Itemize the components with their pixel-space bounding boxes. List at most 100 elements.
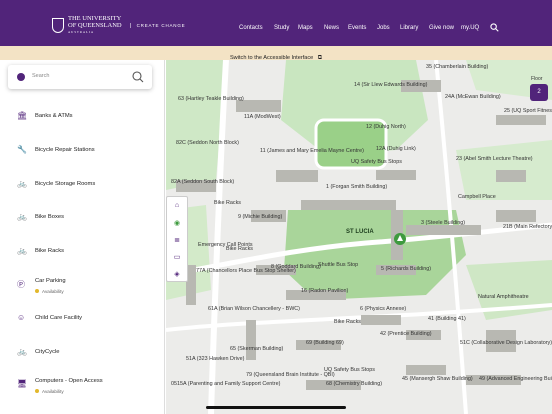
nav-library[interactable]: Library bbox=[400, 25, 418, 31]
campus-map[interactable]: 35 (Chamberlain Building) 14 (Sir Llew Ed… bbox=[166, 60, 552, 414]
bike-box-icon: 🚲 bbox=[17, 212, 27, 221]
nav-jobs[interactable]: Jobs bbox=[377, 25, 390, 31]
site-header: THE UNIVERSITY OF QUEENSLAND AUSTRALIA C… bbox=[0, 0, 552, 46]
citycycle-icon: 🚲 bbox=[17, 347, 27, 356]
map-building-label[interactable]: 8 (Goddard Building) bbox=[271, 264, 321, 270]
category-label: Bike Racks bbox=[35, 248, 64, 254]
home-indicator bbox=[206, 406, 346, 409]
availability-label: Availability bbox=[35, 289, 64, 294]
category-item[interactable]: Ⓟ Car Parking Availability bbox=[0, 273, 164, 303]
bicycle-room-icon: 🚲 bbox=[17, 179, 27, 188]
compass-icon[interactable]: ◈ bbox=[167, 265, 187, 282]
category-item[interactable]: 🚲 Bicycle Storage Rooms bbox=[0, 173, 164, 203]
category-label: Computers - Open Access bbox=[35, 378, 103, 384]
map-building-label[interactable]: 51A (323 Hawken Drive) bbox=[186, 356, 244, 362]
search-input[interactable]: Search bbox=[32, 73, 49, 79]
map-building-label[interactable]: 25 (UQ Sport Fitness Centre) bbox=[504, 108, 552, 114]
map-building-label[interactable]: Natural Amphitheatre bbox=[478, 294, 529, 300]
map-building-label[interactable]: 6 (Physics Annexe) bbox=[360, 306, 406, 312]
map-building-label[interactable]: 61A (Brian Wilson Chancellery - BWC) bbox=[208, 306, 300, 312]
category-item[interactable]: 🚲 Bike Boxes bbox=[0, 206, 164, 236]
availability-text: Availability bbox=[42, 289, 64, 294]
layers-icon[interactable]: ≣ bbox=[167, 231, 187, 248]
map-building-label[interactable]: 65 (Skerman Building) bbox=[230, 346, 283, 352]
map-building-label[interactable]: 1 (Forgan Smith Building) bbox=[326, 184, 387, 190]
category-item[interactable]: 🏛 Banks & ATMs bbox=[0, 105, 164, 135]
map-building-label[interactable]: 49 (Advanced Engineering Building) bbox=[479, 376, 552, 382]
map-building-label[interactable]: 68 (Chemistry Building) bbox=[326, 381, 382, 387]
map-building-label[interactable]: 82C (Seddon North Block) bbox=[176, 140, 239, 146]
nav-contacts[interactable]: Contacts bbox=[239, 25, 263, 31]
category-item[interactable]: 🔧 Bicycle Repair Stations bbox=[0, 139, 164, 169]
uq-marker-icon bbox=[17, 73, 25, 81]
bank-icon: 🏛 bbox=[17, 111, 28, 120]
nav-maps[interactable]: Maps bbox=[298, 25, 313, 31]
map-building-label[interactable]: 35 (Chamberlain Building) bbox=[426, 64, 488, 70]
map-building-label[interactable]: 41 (Building 41) bbox=[428, 316, 466, 322]
nav-events[interactable]: Events bbox=[348, 25, 366, 31]
uq-logo[interactable]: THE UNIVERSITY OF QUEENSLAND AUSTRALIA C… bbox=[52, 15, 186, 36]
availability-label: Availability bbox=[35, 389, 64, 394]
tagline: CREATE CHANGE bbox=[129, 23, 186, 29]
locate-icon[interactable]: ◉ bbox=[167, 214, 187, 231]
map-building-label[interactable]: 11 (James and Mary Emelia Mayne Centre) bbox=[260, 148, 364, 154]
map-building-label[interactable]: 9 (Michie Building) bbox=[238, 214, 282, 220]
map-building-label[interactable]: 12 (Duhig North) bbox=[366, 124, 406, 130]
map-building-label[interactable]: Bike Racks bbox=[334, 319, 361, 325]
map-building-label[interactable]: 23 (Abel Smith Lecture Theatre) bbox=[456, 156, 533, 162]
crest-icon bbox=[52, 18, 64, 34]
wrench-icon: 🔧 bbox=[17, 145, 27, 154]
nav-study[interactable]: Study bbox=[274, 25, 289, 31]
category-label: Child Care Facility bbox=[35, 315, 83, 321]
category-item[interactable]: 🚲 CityCycle bbox=[0, 341, 164, 371]
map-building-label[interactable]: Shuttle Bus Stop bbox=[318, 262, 358, 268]
map-building-label[interactable]: 82A (Seddon South Block) bbox=[171, 179, 234, 185]
map-building-label[interactable]: ST LUCIA bbox=[346, 229, 374, 235]
category-label: Bicycle Repair Stations bbox=[35, 147, 95, 153]
nav-my-uq[interactable]: my.UQ bbox=[461, 25, 479, 31]
map-building-label[interactable]: 11A (ModWest) bbox=[244, 114, 281, 120]
map-building-label[interactable]: 16 (Radon Pavilion) bbox=[301, 288, 348, 294]
map-building-label[interactable]: 45 (Mansergh Shaw Building) bbox=[402, 376, 473, 382]
parking-icon: Ⓟ bbox=[17, 280, 25, 289]
map-building-label[interactable]: 69 (Building 69) bbox=[306, 340, 344, 346]
category-label: Bike Boxes bbox=[35, 214, 64, 220]
map-building-label[interactable]: 12A (Duhig Link) bbox=[376, 146, 416, 152]
map-building-label[interactable]: 79 (Queensland Brain Institute - QBI) bbox=[246, 372, 335, 378]
category-label: Bicycle Storage Rooms bbox=[35, 181, 96, 187]
zoom-icon[interactable]: ⌂ bbox=[167, 197, 187, 214]
search-icon[interactable] bbox=[490, 23, 499, 32]
map-building-label[interactable]: 24A (McEwan Building) bbox=[445, 94, 501, 100]
category-item[interactable]: ☺ Child Care Facility bbox=[0, 307, 164, 337]
map-building-label[interactable]: 21B (Main Refectory) bbox=[503, 224, 552, 230]
accessible-banner: Switch to the Accessible Interface ⧉ bbox=[0, 46, 552, 61]
floor-label: Floor bbox=[531, 76, 543, 82]
category-item[interactable]: 🚲 Bike Racks bbox=[0, 240, 164, 270]
map-building-label[interactable]: 14 (Sir Llew Edwards Building) bbox=[354, 82, 427, 88]
map-building-label[interactable]: UQ Safety Bus Stops bbox=[351, 159, 402, 165]
floor-selector[interactable]: 2 bbox=[530, 84, 548, 101]
map-building-label[interactable]: 3 (Steele Building) bbox=[421, 220, 465, 226]
bike-rack-icon: 🚲 bbox=[17, 246, 27, 255]
map-building-label[interactable]: 0515A (Parenting and Family Support Cent… bbox=[171, 381, 280, 387]
map-building-label[interactable]: 42 (Prentice Building) bbox=[380, 331, 432, 337]
map-building-label[interactable]: UQ Safety Bus Stops bbox=[324, 367, 375, 373]
category-label: Banks & ATMs bbox=[35, 113, 73, 119]
map-building-label[interactable]: Campbell Place bbox=[458, 194, 496, 200]
book-icon[interactable]: ▭ bbox=[167, 248, 187, 265]
availability-text: Availability bbox=[42, 389, 64, 394]
search-icon[interactable] bbox=[132, 71, 144, 83]
category-label: CityCycle bbox=[35, 349, 60, 355]
map-building-label[interactable]: 5 (Richards Building) bbox=[381, 266, 431, 272]
category-label: Car Parking bbox=[35, 278, 66, 284]
map-building-label[interactable]: Bike Racks bbox=[214, 200, 241, 206]
child-care-icon: ☺ bbox=[17, 313, 26, 322]
search-box[interactable]: Search bbox=[8, 65, 152, 89]
map-building-label[interactable]: Bike Racks bbox=[226, 246, 253, 252]
computer-icon: 🖥 bbox=[17, 379, 28, 388]
map-building-label[interactable]: 51C (Collaborative Design Laboratory) bbox=[460, 340, 552, 346]
nav-give-now[interactable]: Give now bbox=[429, 25, 454, 31]
nav-news[interactable]: News bbox=[324, 25, 339, 31]
category-item[interactable]: 🖥 Computers - Open Access Availability bbox=[0, 373, 164, 403]
map-building-label[interactable]: 63 (Hartley Teakle Building) bbox=[178, 96, 244, 102]
